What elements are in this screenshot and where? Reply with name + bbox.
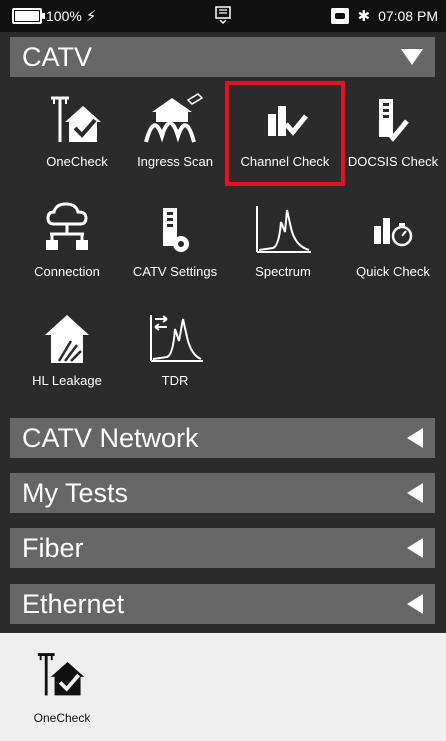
tile-label: HL Leakage (32, 373, 102, 388)
tile-label: OneCheck (46, 154, 108, 169)
tile-label: Connection (34, 264, 100, 279)
tile-label: Quick Check (356, 264, 430, 279)
section-header-my-tests[interactable]: My Tests (10, 473, 435, 513)
status-bar: 100% ⚡ ✱ 07:08 PM (0, 0, 446, 32)
status-left: 100% ⚡ (0, 7, 96, 25)
gallery-icon (331, 8, 350, 24)
onecheck-icon (51, 96, 101, 142)
connection-icon (46, 202, 88, 250)
pinned-tile-label: OneCheck (33, 711, 91, 725)
tile-hl-leakage[interactable]: HL Leakage (12, 305, 122, 405)
tile-onecheck[interactable]: OneCheck (22, 86, 132, 186)
tile-quick-check[interactable]: Quick Check (338, 196, 446, 296)
section-title: CATV Network (22, 422, 199, 453)
tile-label: CATV Settings (132, 264, 218, 279)
tile-label: DOCSIS Check (347, 154, 439, 169)
expand-arrow-icon (407, 538, 423, 558)
section-header-fiber[interactable]: Fiber (10, 528, 435, 568)
section-title: My Tests (22, 477, 129, 508)
tile-catv-settings[interactable]: CATV Settings (120, 196, 230, 296)
onecheck-icon (37, 653, 85, 696)
notification-icon[interactable] (214, 6, 232, 24)
battery-level: 100% (46, 8, 82, 24)
tile-tdr[interactable]: TDR (120, 305, 230, 405)
tile-label: Spectrum (255, 264, 311, 279)
charging-icon: ⚡ (85, 8, 97, 25)
tile-docsis-check[interactable]: DOCSIS Check (338, 86, 446, 186)
section-header-ethernet[interactable]: Ethernet (10, 584, 435, 624)
battery-icon (12, 8, 45, 24)
expand-arrow-icon (407, 594, 423, 614)
section-title: Ethernet (22, 588, 125, 619)
pinned-panel: OneCheck (0, 633, 446, 741)
section-header-catv[interactable]: CATV (10, 37, 435, 77)
expand-arrow-icon (407, 483, 423, 503)
quick-check-icon (374, 218, 413, 247)
catv-settings-icon (163, 208, 189, 252)
docsis-check-icon (379, 99, 409, 142)
status-right: ✱ 07:08 PM (331, 7, 438, 25)
tile-label: Ingress Scan (137, 154, 213, 169)
selection-highlight (225, 81, 345, 186)
tile-ingress-scan[interactable]: Ingress Scan (120, 86, 230, 186)
tile-connection[interactable]: Connection (12, 196, 122, 296)
tile-spectrum[interactable]: Spectrum (228, 196, 338, 296)
expand-arrow-icon (407, 428, 423, 448)
bluetooth-icon: ✱ (357, 8, 371, 25)
spectrum-icon (256, 206, 311, 253)
tile-label: TDR (161, 373, 189, 388)
ingress-scan-icon (144, 93, 204, 143)
clock: 07:08 PM (378, 8, 438, 24)
pinned-tile-onecheck[interactable]: OneCheck (22, 645, 102, 735)
tdr-icon (150, 315, 203, 362)
collapse-arrow-icon (401, 49, 423, 65)
section-header-catv-network[interactable]: CATV Network (10, 418, 435, 458)
section-title: CATV (22, 41, 93, 72)
section-title: Fiber (22, 532, 84, 563)
hl-leakage-icon (45, 315, 89, 363)
